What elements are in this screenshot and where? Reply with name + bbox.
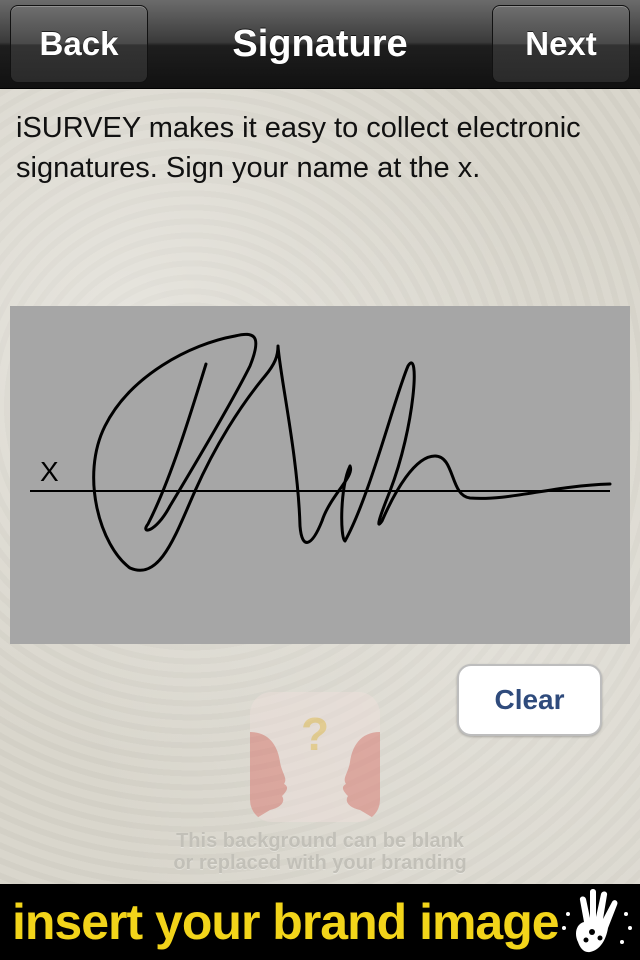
back-button[interactable]: Back <box>10 5 148 83</box>
branding-note-line1: This background can be blank <box>176 830 464 852</box>
brand-banner: insert your brand image <box>0 884 640 960</box>
brand-banner-text: insert your brand image <box>12 894 560 950</box>
handprint-icon <box>562 889 632 953</box>
branding-note: This background can be blank or replaced… <box>130 830 510 874</box>
question-faces-logo-icon: ? <box>250 692 380 822</box>
signature-canvas[interactable]: X <box>10 306 630 644</box>
signature-pad[interactable]: X <box>10 306 630 644</box>
instructions-text: iSURVEY makes it easy to collect electro… <box>16 112 581 184</box>
navigation-bar: Back Signature Next <box>0 0 640 89</box>
signature-stroke <box>92 332 612 572</box>
x-marker: X <box>40 456 59 487</box>
branding-note-line2: or replaced with your branding <box>173 852 467 874</box>
next-button[interactable]: Next <box>492 5 630 83</box>
page-title: Signature <box>232 22 408 65</box>
clear-button[interactable]: Clear <box>457 664 602 736</box>
svg-text:?: ? <box>301 708 329 760</box>
